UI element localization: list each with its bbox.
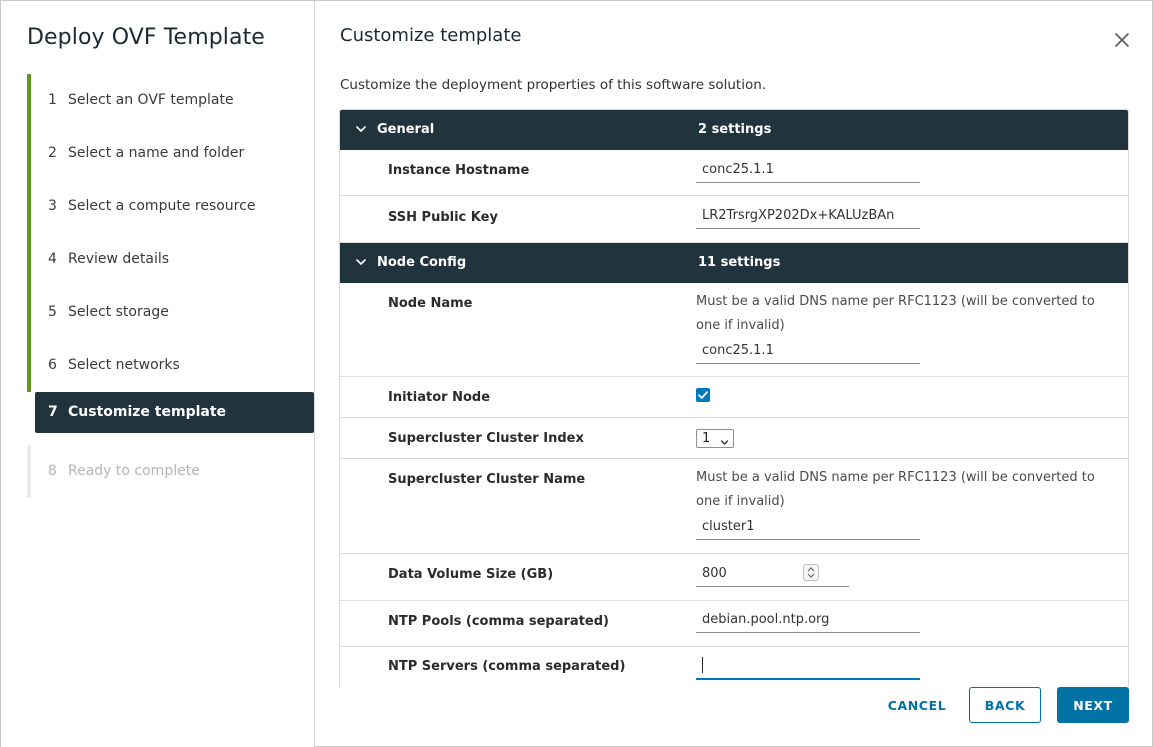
wizard-step-3[interactable]: 3 Select a compute resource bbox=[27, 180, 315, 233]
checkmark-icon bbox=[698, 391, 708, 399]
step-label: Customize template bbox=[68, 404, 227, 420]
page-title: Customize template bbox=[340, 25, 522, 46]
group-header-general[interactable]: General 2 settings bbox=[340, 110, 1128, 150]
wizard-step-2[interactable]: 2 Select a name and folder bbox=[27, 127, 315, 180]
ntp-pools-input[interactable] bbox=[696, 607, 920, 633]
group-count: 11 settings bbox=[698, 255, 781, 270]
wizard-title: Deploy OVF Template bbox=[27, 25, 265, 50]
property-row-node-name: Node Name Must be a valid DNS name per R… bbox=[340, 283, 1128, 377]
property-label: SSH Public Key bbox=[388, 210, 498, 225]
property-label: Instance Hostname bbox=[388, 163, 530, 178]
wizard-step-5[interactable]: 5 Select storage bbox=[27, 286, 315, 339]
properties-table[interactable]: General 2 settings Instance Hostname SSH… bbox=[339, 109, 1129, 687]
property-label: Supercluster Cluster Index bbox=[388, 431, 584, 446]
property-description: Must be a valid DNS name per RFC1123 (wi… bbox=[696, 470, 1095, 509]
property-label: NTP Servers (comma separated) bbox=[388, 659, 626, 674]
chevron-down-icon bbox=[720, 435, 729, 450]
property-label: Initiator Node bbox=[388, 390, 491, 405]
property-label: Node Name bbox=[388, 296, 473, 311]
step-number: 8 bbox=[48, 463, 57, 479]
step-number: 1 bbox=[48, 92, 57, 108]
property-row-instance-hostname: Instance Hostname bbox=[340, 150, 1128, 196]
group-header-node-config[interactable]: Node Config 11 settings bbox=[340, 243, 1128, 283]
step-label: Review details bbox=[68, 251, 170, 267]
step-label: Ready to complete bbox=[68, 463, 200, 479]
step-label: Select an OVF template bbox=[68, 92, 234, 108]
step-complete-bar bbox=[27, 233, 31, 286]
step-label: Select a compute resource bbox=[68, 198, 256, 214]
node-name-input[interactable] bbox=[696, 338, 920, 364]
step-complete-bar bbox=[27, 339, 31, 392]
group-name: Node Config bbox=[377, 255, 467, 270]
property-label: Supercluster Cluster Name bbox=[388, 472, 586, 487]
property-row-ntp-servers: NTP Servers (comma separated) bbox=[340, 647, 1128, 687]
step-complete-bar bbox=[27, 74, 31, 127]
chevron-down-icon[interactable] bbox=[355, 123, 367, 135]
wizard-step-1[interactable]: 1 Select an OVF template bbox=[27, 74, 315, 127]
deploy-ovf-dialog: Deploy OVF Template 1 Select an OVF temp… bbox=[0, 0, 1153, 747]
step-number: 6 bbox=[48, 357, 57, 373]
select-value: 1 bbox=[702, 431, 711, 446]
text-cursor bbox=[702, 657, 703, 673]
step-complete-bar bbox=[27, 286, 31, 339]
step-complete-bar bbox=[27, 127, 31, 180]
chevron-down-icon[interactable] bbox=[355, 256, 367, 268]
wizard-step-6[interactable]: 6 Select networks bbox=[27, 339, 315, 392]
property-row-ntp-pools: NTP Pools (comma separated) bbox=[340, 601, 1128, 647]
property-label: NTP Pools (comma separated) bbox=[388, 614, 609, 629]
step-label: Select a name and folder bbox=[68, 145, 245, 161]
step-bar bbox=[27, 392, 31, 445]
main-panel: Customize template Customize the deploym… bbox=[315, 1, 1153, 747]
spinner-value: 800 bbox=[702, 566, 727, 581]
initiator-node-checkbox[interactable] bbox=[696, 388, 710, 402]
step-label: Select networks bbox=[68, 357, 180, 373]
spinner-arrows-icon[interactable] bbox=[803, 564, 819, 581]
step-number: 4 bbox=[48, 251, 57, 267]
property-description: Must be a valid DNS name per RFC1123 (wi… bbox=[696, 294, 1095, 333]
step-number: 2 bbox=[48, 145, 57, 161]
wizard-steps: 1 Select an OVF template 2 Select a name… bbox=[27, 74, 315, 498]
group-count: 2 settings bbox=[698, 122, 772, 137]
wizard-step-7[interactable]: 7 Customize template bbox=[27, 392, 315, 445]
property-row-data-volume-size: Data Volume Size (GB) 800 bbox=[340, 554, 1128, 601]
group-name: General bbox=[377, 122, 435, 137]
next-button[interactable]: NEXT bbox=[1057, 687, 1129, 723]
cancel-button[interactable]: CANCEL bbox=[877, 687, 957, 723]
step-number: 3 bbox=[48, 198, 57, 214]
property-row-initiator-node: Initiator Node bbox=[340, 377, 1128, 418]
close-icon[interactable] bbox=[1111, 29, 1133, 51]
supercluster-index-select[interactable]: 1 bbox=[696, 429, 734, 448]
property-label: Data Volume Size (GB) bbox=[388, 567, 554, 582]
step-pending-bar bbox=[27, 445, 31, 498]
wizard-sidebar: Deploy OVF Template 1 Select an OVF temp… bbox=[1, 1, 315, 747]
data-volume-size-input[interactable]: 800 bbox=[696, 561, 849, 587]
ssh-public-key-input[interactable] bbox=[696, 203, 920, 229]
step-complete-bar bbox=[27, 180, 31, 233]
wizard-step-4[interactable]: 4 Review details bbox=[27, 233, 315, 286]
wizard-step-8: 8 Ready to complete bbox=[27, 445, 315, 498]
page-subtitle: Customize the deployment properties of t… bbox=[340, 77, 767, 93]
property-row-ssh-public-key: SSH Public Key bbox=[340, 196, 1128, 243]
supercluster-name-input[interactable] bbox=[696, 514, 920, 540]
step-number: 5 bbox=[48, 304, 57, 320]
back-button[interactable]: BACK bbox=[969, 687, 1041, 723]
step-number: 7 bbox=[48, 404, 58, 420]
property-row-supercluster-name: Supercluster Cluster Name Must be a vali… bbox=[340, 459, 1128, 554]
ntp-servers-input[interactable] bbox=[696, 653, 920, 680]
step-label: Select storage bbox=[68, 304, 169, 320]
instance-hostname-input[interactable] bbox=[696, 157, 920, 183]
property-row-supercluster-index: Supercluster Cluster Index 1 bbox=[340, 418, 1128, 459]
